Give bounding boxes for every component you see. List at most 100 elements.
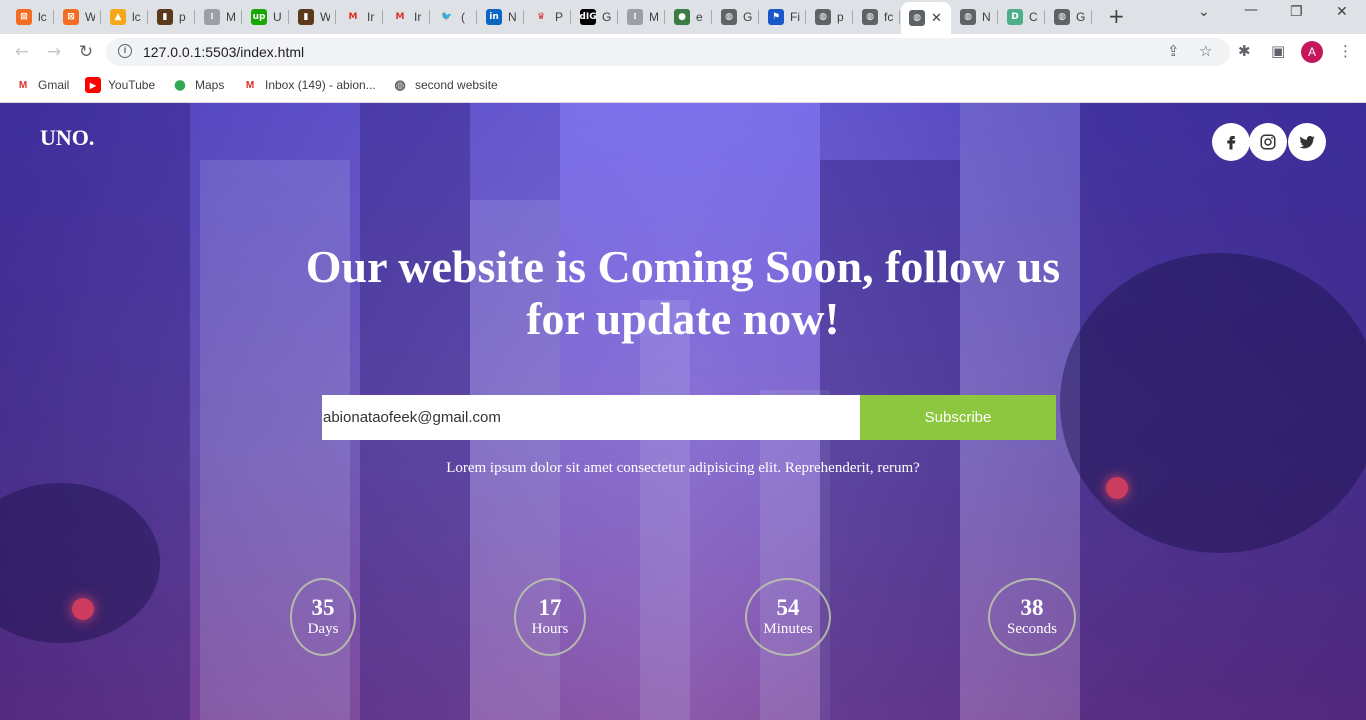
phpmyadmin-icon: ▲	[110, 9, 126, 25]
tab-separator	[53, 10, 54, 24]
browser-tab[interactable]: ● e	[666, 4, 712, 30]
browser-tab[interactable]: ◍ N	[952, 4, 998, 30]
tab-separator	[335, 10, 336, 24]
tab-title: fc	[884, 10, 894, 24]
tab-separator	[758, 10, 759, 24]
tab-title: U	[273, 10, 282, 24]
browser-tab[interactable]: ⁞ M	[196, 4, 242, 30]
tab-search-icon[interactable]: ⌄	[1198, 4, 1210, 20]
bookmark-youtube[interactable]: ▶ YouTube	[85, 77, 155, 93]
browser-tab[interactable]: ⊠ W	[55, 4, 101, 30]
twitter-link[interactable]	[1288, 123, 1326, 161]
browser-tab[interactable]: ◍ ✕	[901, 2, 951, 34]
instagram-link[interactable]	[1249, 123, 1287, 161]
globe-icon: ◍	[721, 9, 737, 25]
subscribe-button[interactable]: Subscribe	[860, 395, 1056, 440]
bookmark-second-website[interactable]: ◍ second website	[392, 77, 498, 93]
facebook-link[interactable]	[1212, 123, 1250, 161]
countdown-label: Minutes	[763, 621, 813, 637]
browser-tab[interactable]: DC	[999, 4, 1045, 30]
tab-title: e	[696, 10, 703, 24]
browser-tab[interactable]: ◍ G	[1046, 4, 1092, 30]
tab-separator	[570, 10, 571, 24]
browser-tab[interactable]: ▲ lc	[102, 4, 148, 30]
tab-title: p	[179, 10, 186, 24]
browser-tab[interactable]: ◍ fc	[854, 4, 900, 30]
countdown-value: 17	[538, 595, 562, 620]
brand-logo[interactable]: UNO.	[40, 125, 94, 151]
xampp-icon: ⊠	[63, 9, 79, 25]
book-icon: ▮	[157, 9, 173, 25]
tab-separator	[617, 10, 618, 24]
subscribe-form: Subscribe	[322, 395, 1056, 440]
tab-separator	[899, 10, 900, 24]
browser-tab[interactable]: M Ir	[337, 4, 383, 30]
countdown-value: 54	[776, 595, 800, 620]
bookmarks-bar: M Gmail ▶ YouTube ⬤ Maps M Inbox (149) -…	[0, 70, 1366, 103]
dig-icon: dIG	[579, 9, 597, 25]
background-tree	[1060, 253, 1366, 553]
forward-button[interactable]: →	[42, 40, 66, 64]
browser-toolbar: ← → ↻ i 127.0.0.1:5503/index.html ⇪ ☆ ✱ …	[0, 34, 1366, 70]
browser-tab[interactable]: ▮ p	[149, 4, 195, 30]
gmail-icon: M	[18, 79, 28, 91]
side-panel-icon[interactable]: ▣	[1271, 42, 1285, 60]
countdown-value: 35	[311, 595, 335, 620]
monster-icon: ●	[674, 9, 690, 25]
browser-tab[interactable]: ⚑ Fi	[760, 4, 806, 30]
tab-separator	[476, 10, 477, 24]
bookmark-label: second website	[415, 78, 498, 92]
bookmark-label: YouTube	[108, 78, 156, 92]
tab-title: Ir	[367, 10, 375, 24]
address-url: 127.0.0.1:5503/index.html	[143, 44, 305, 60]
profile-avatar[interactable]: A	[1301, 41, 1323, 63]
globe-icon: ◍	[394, 77, 406, 92]
github-icon: ◍	[960, 9, 976, 25]
back-button[interactable]: ←	[10, 40, 34, 64]
tab-separator	[1091, 10, 1092, 24]
countdown-days: 35 Days	[290, 578, 356, 656]
countdown-minutes: 54 Minutes	[745, 578, 831, 656]
minimize-button[interactable]: —	[1244, 2, 1258, 18]
close-window-button[interactable]: ✕	[1336, 4, 1348, 20]
tab-separator	[100, 10, 101, 24]
browser-tab[interactable]: in N	[478, 4, 524, 30]
bookmark-inbox[interactable]: M Inbox (149) - abion...	[242, 77, 376, 93]
traffic-light	[1106, 477, 1128, 499]
bookmark-gmail[interactable]: M Gmail	[15, 77, 70, 93]
browser-tab[interactable]: 🐦(	[431, 4, 477, 30]
new-tab-button[interactable]: +	[1108, 6, 1125, 26]
browser-tab[interactable]: dIG G	[572, 4, 618, 30]
browser-tab[interactable]: ⊠ lc	[8, 4, 54, 30]
tab-title: W	[85, 10, 95, 24]
bookmark-star-icon[interactable]: ☆	[1199, 42, 1212, 60]
close-tab-icon[interactable]: ✕	[931, 11, 942, 26]
grid-icon: ⁞	[204, 9, 220, 25]
site-info-icon[interactable]: i	[118, 44, 132, 58]
tab-title: C	[1029, 10, 1038, 24]
browser-tab[interactable]: ◍ p	[807, 4, 853, 30]
browser-tab[interactable]: M Ir	[384, 4, 430, 30]
tab-title: lc	[132, 10, 141, 24]
countdown-seconds: 38 Seconds	[988, 578, 1076, 656]
twitter-icon	[1299, 135, 1315, 149]
menu-icon[interactable]: ⋮	[1338, 42, 1353, 60]
tab-title: P	[555, 10, 564, 24]
restore-button[interactable]: ❐	[1290, 4, 1303, 20]
premier-league-icon: ♛	[536, 12, 546, 22]
extensions-icon[interactable]: ✱	[1238, 42, 1251, 60]
browser-tab[interactable]: ▮ W	[290, 4, 336, 30]
tab-title: M	[649, 10, 659, 24]
share-icon[interactable]: ⇪	[1167, 42, 1180, 60]
address-bar[interactable]: i 127.0.0.1:5503/index.html ⇪ ☆	[106, 38, 1230, 66]
reload-button[interactable]: ↻	[74, 40, 98, 64]
bookmark-maps[interactable]: ⬤ Maps	[172, 77, 224, 93]
browser-tab[interactable]: ◍ G	[713, 4, 759, 30]
browser-tab[interactable]: ⁞ M	[619, 4, 665, 30]
countdown-hours: 17 Hours	[514, 578, 586, 656]
browser-tab[interactable]: ♛ P	[525, 4, 571, 30]
tab-title: p	[837, 10, 844, 24]
browser-tab[interactable]: up U	[243, 4, 289, 30]
email-input[interactable]	[322, 395, 860, 440]
tab-separator	[805, 10, 806, 24]
